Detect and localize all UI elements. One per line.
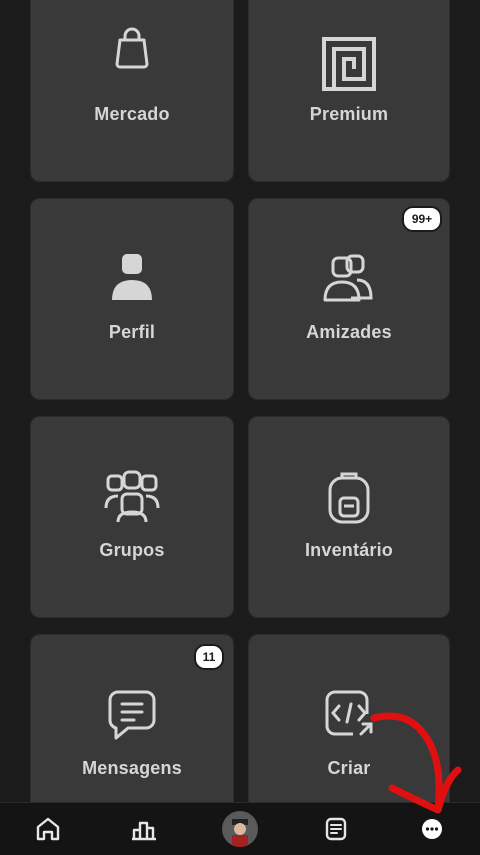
- tile-label: Criar: [327, 758, 371, 778]
- tile-label: Inventário: [304, 540, 394, 560]
- tile-perfil[interactable]: Perfil: [30, 198, 234, 400]
- more-icon[interactable]: [414, 811, 450, 847]
- tile-label: Mercado: [94, 104, 170, 124]
- profile-icon: [112, 254, 152, 300]
- premium-icon: [322, 37, 376, 91]
- tile-premium[interactable]: Premium: [248, 0, 450, 182]
- tile-label: Premium: [309, 104, 389, 124]
- code-icon: [325, 690, 373, 736]
- charts-icon[interactable]: [126, 811, 162, 847]
- avatar[interactable]: [222, 811, 258, 847]
- message-icon: [108, 690, 156, 740]
- tile-criar[interactable]: Criar: [248, 634, 450, 814]
- tile-grupos[interactable]: Grupos: [30, 416, 234, 618]
- tile-amizades[interactable]: Amizades 99+: [248, 198, 450, 400]
- notification-badge: 99+: [402, 206, 442, 232]
- home-icon[interactable]: [30, 811, 66, 847]
- tile-mensagens[interactable]: Mensagens 11: [30, 634, 234, 814]
- backpack-icon: [328, 472, 370, 524]
- tile-label: Grupos: [99, 540, 165, 560]
- bottom-nav: [0, 802, 480, 855]
- notification-badge: 11: [194, 644, 224, 670]
- friends-icon: [323, 254, 373, 302]
- avatar-image-icon: [222, 811, 258, 847]
- shopping-bag-icon: [115, 27, 149, 69]
- tile-mercado[interactable]: Mercado: [30, 0, 234, 182]
- tile-label: Perfil: [108, 322, 156, 342]
- tile-label: Mensagens: [82, 758, 182, 778]
- groups-icon: [104, 470, 160, 523]
- feed-icon[interactable]: [318, 811, 354, 847]
- tile-inventario[interactable]: Inventário: [248, 416, 450, 618]
- tile-label: Amizades: [306, 322, 392, 342]
